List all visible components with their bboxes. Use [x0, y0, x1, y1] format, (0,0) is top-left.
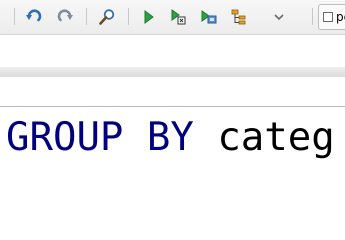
find-button[interactable] — [96, 6, 118, 28]
run-script-icon — [201, 10, 217, 24]
redo-icon — [57, 9, 73, 22]
toolbar-separator — [14, 8, 15, 25]
toolbar-separator — [312, 8, 313, 25]
redo-button[interactable] — [54, 6, 76, 28]
sql-editor[interactable]: GROUP BY categ — [0, 107, 345, 234]
run-script-button[interactable] — [198, 6, 220, 28]
undo-icon — [26, 9, 42, 22]
sql-keyword: GROUP BY — [6, 115, 194, 160]
run-selection-button[interactable] — [167, 6, 189, 28]
run-icon — [144, 10, 154, 24]
undo-button[interactable] — [23, 6, 45, 28]
run-selection-icon — [171, 9, 186, 25]
main-toolbar: pc — [0, 0, 345, 35]
run-button[interactable] — [137, 6, 159, 28]
sql-identifier: categ — [217, 115, 335, 160]
perspective-icon — [323, 12, 333, 22]
code-line: GROUP BY categ — [6, 116, 335, 160]
explain-plan-icon — [231, 9, 246, 25]
explain-plan-button[interactable] — [228, 6, 250, 28]
chevron-down-icon — [274, 14, 284, 21]
search-icon — [99, 9, 115, 25]
toolbar-separator — [86, 8, 87, 25]
toolbar-separator — [128, 8, 129, 25]
perspective-switcher[interactable]: pc — [318, 4, 345, 30]
editor-tab-strip — [0, 67, 345, 77]
perspective-label: pc — [336, 10, 345, 24]
toolbar-overflow-button[interactable] — [268, 6, 290, 28]
